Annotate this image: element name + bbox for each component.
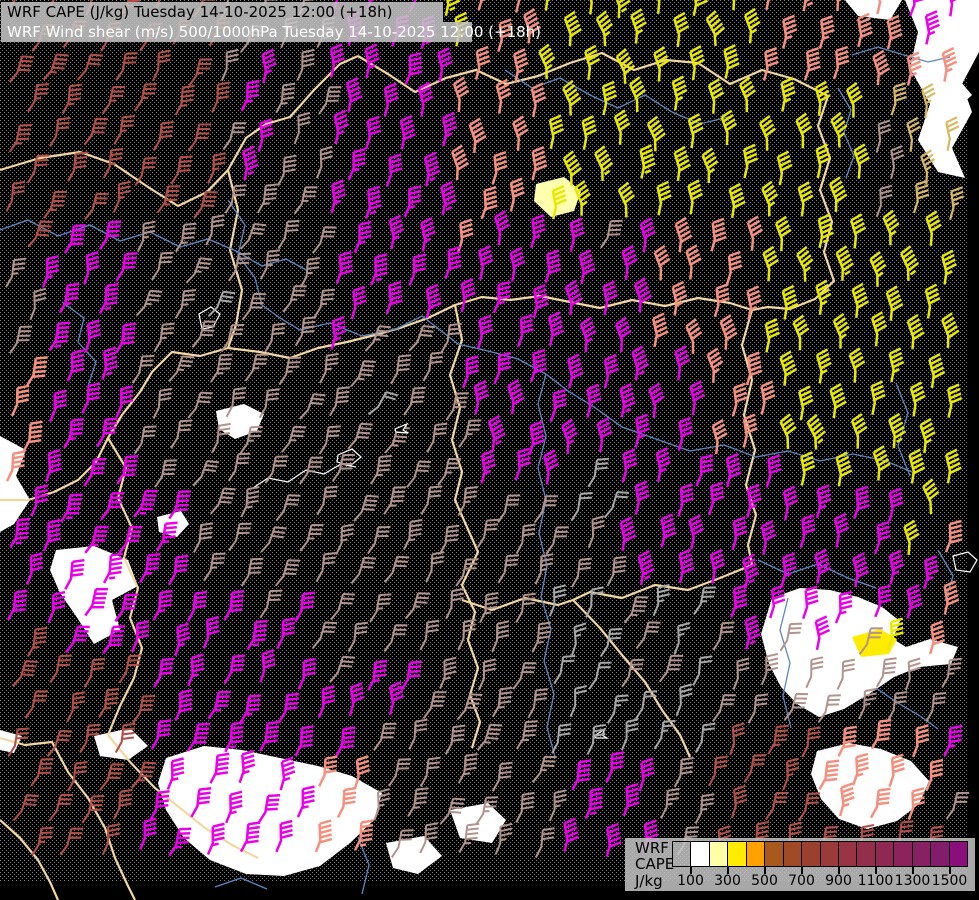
- legend-label-cape: CAPE: [635, 856, 674, 873]
- title-windshear-text: WRF Wind shear (m/s) 500/1000hPa Tuesday…: [7, 23, 541, 41]
- weather-map-screen: WRF CAPE (J/kg) Tuesday 14-10-2025 12:00…: [0, 0, 979, 900]
- cape-legend: WRF CAPE J/kg 10030050070090011001300150…: [625, 838, 975, 891]
- legend-label-jkg: J/kg: [635, 873, 663, 890]
- cape-colorbar-cell: [710, 842, 728, 866]
- cape-colorbar-cell: [784, 842, 802, 866]
- title-windshear: WRF Wind shear (m/s) 500/1000hPa Tuesday…: [1, 22, 472, 42]
- cape-colorbar-cell: [821, 842, 839, 866]
- cape-colorbar-cell: [728, 842, 746, 866]
- cape-tick-label: 1500: [928, 873, 972, 889]
- cape-colorbar-cell: [876, 842, 894, 866]
- weather-map: [0, 0, 979, 900]
- cape-colorbar-cell: [691, 842, 709, 866]
- cape-colorbar-cell: [857, 842, 875, 866]
- cape-colorbar-cell: [747, 842, 765, 866]
- cape-colorbar-cell: [931, 842, 949, 866]
- cape-colorbar: [672, 841, 968, 867]
- cape-colorbar-cell: [894, 842, 912, 866]
- cape-colorbar-cell: [913, 842, 931, 866]
- cape-colorbar-cell: [950, 842, 967, 866]
- cape-colorbar-cell: [765, 842, 783, 866]
- cape-colorbar-cell: [673, 842, 691, 866]
- title-cape-text: WRF CAPE (J/kg) Tuesday 14-10-2025 12:00…: [7, 3, 392, 21]
- cape-colorbar-cell: [839, 842, 857, 866]
- title-cape: WRF CAPE (J/kg) Tuesday 14-10-2025 12:00…: [1, 2, 443, 22]
- cape-colorbar-cell: [802, 842, 820, 866]
